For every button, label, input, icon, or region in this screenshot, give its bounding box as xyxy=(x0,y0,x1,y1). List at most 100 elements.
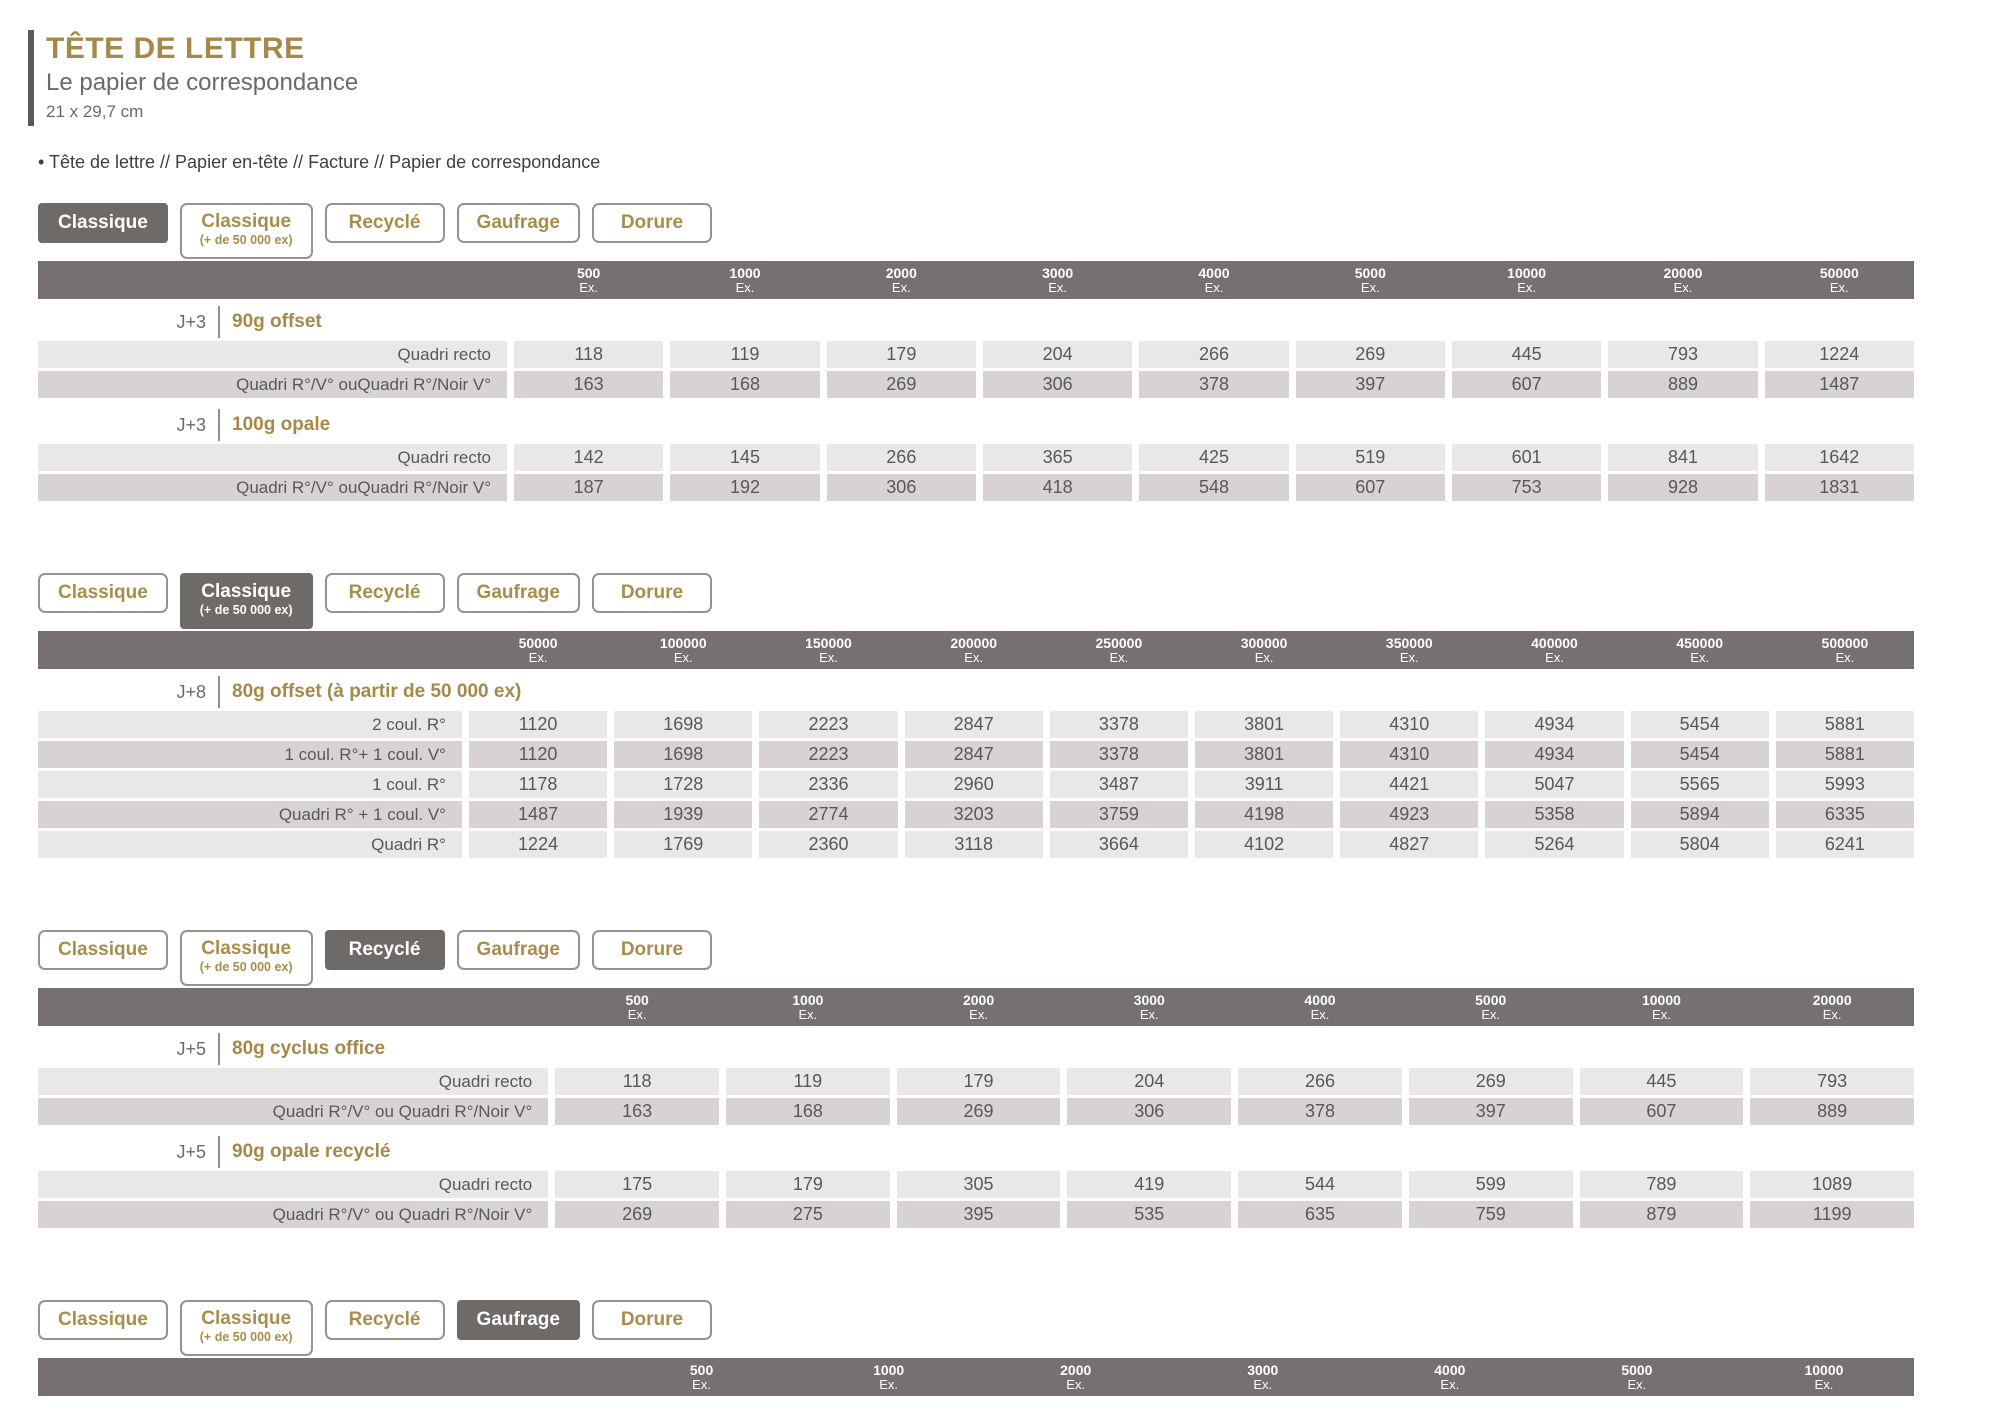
row-label: Quadri R°/V° ou Quadri R°/Noir V° xyxy=(38,1098,548,1125)
price-cell: 1487 xyxy=(1765,371,1914,398)
tab-classique-plus-50000[interactable]: Classique(+ de 50 000 ex) xyxy=(180,1300,313,1356)
tab-classique[interactable]: Classique xyxy=(38,1300,168,1340)
quantity-header: 10000Ex. xyxy=(1580,988,1744,1026)
tab-recycle[interactable]: Recyclé xyxy=(325,203,445,243)
tab-recycle[interactable]: Recyclé xyxy=(325,930,445,970)
tab-gaufrage[interactable]: Gaufrage xyxy=(457,573,580,613)
price-row: Quadri recto118119179204266269445793 xyxy=(38,1068,1914,1095)
tab-gaufrage[interactable]: Gaufrage xyxy=(457,203,580,243)
quantity-header-bar: 500Ex.1000Ex.2000Ex.3000Ex.4000Ex.5000Ex… xyxy=(38,261,1914,299)
quantity-value: 1000 xyxy=(799,1362,979,1378)
price-cell: 269 xyxy=(1409,1068,1573,1095)
tab-label: Classique xyxy=(58,213,148,233)
price-cell: 1120 xyxy=(469,711,607,738)
price-cell: 204 xyxy=(1067,1068,1231,1095)
row-label: 1 coul. R° xyxy=(38,771,462,798)
quantity-header: 10000Ex. xyxy=(1452,261,1601,299)
tab-label: Classique xyxy=(201,939,291,959)
price-cell: 5804 xyxy=(1631,831,1769,858)
quantity-header-bar: 500Ex.1000Ex.2000Ex.3000Ex.4000Ex.5000Ex… xyxy=(38,1358,1914,1396)
price-cell: 2336 xyxy=(759,771,897,798)
tab-classique-plus-50000[interactable]: Classique(+ de 50 000 ex) xyxy=(180,203,313,259)
price-cell: 2360 xyxy=(759,831,897,858)
tab-label: Dorure xyxy=(621,213,683,233)
product-heading: J+590g opale recyclé xyxy=(160,1139,1914,1165)
tab-gaufrage[interactable]: Gaufrage xyxy=(457,1300,580,1340)
price-cell: 5881 xyxy=(1776,741,1914,768)
price-cell: 395 xyxy=(897,1201,1061,1228)
quantity-header: 250000Ex. xyxy=(1050,631,1188,669)
quantity-spacer xyxy=(38,988,548,1026)
quantity-value: 500 xyxy=(555,992,719,1008)
tab-classique[interactable]: Classique xyxy=(38,573,168,613)
price-cell: 306 xyxy=(983,371,1132,398)
quantity-header: 500000Ex. xyxy=(1776,631,1914,669)
tab-dorure[interactable]: Dorure xyxy=(592,930,712,970)
quantity-unit: Ex. xyxy=(983,281,1132,295)
product-name: 100g opale xyxy=(232,414,330,436)
tab-label: Dorure xyxy=(621,1310,683,1330)
quantity-value: 5000 xyxy=(1547,1362,1727,1378)
price-cell: 425 xyxy=(1139,444,1288,471)
price-cell: 753 xyxy=(1452,474,1601,501)
price-cell: 599 xyxy=(1409,1171,1573,1198)
price-row: 2 coul. R°112016982223284733783801431049… xyxy=(38,711,1914,738)
price-cell: 5047 xyxy=(1485,771,1623,798)
tab-bar: Classique Classique(+ de 50 000 ex) Recycl… xyxy=(38,1300,1914,1357)
quantity-value: 20000 xyxy=(1608,265,1757,281)
tab-gaufrage[interactable]: Gaufrage xyxy=(457,930,580,970)
price-sections: ClassiqueClassique(+ de 50 000 ex)Recycl… xyxy=(38,203,1914,1396)
quantity-value: 3000 xyxy=(1067,992,1231,1008)
price-cell: 4198 xyxy=(1195,801,1333,828)
price-cell: 5881 xyxy=(1776,711,1914,738)
price-cell: 5358 xyxy=(1485,801,1623,828)
quantity-unit: Ex. xyxy=(555,1008,719,1022)
tab-recycle[interactable]: Recyclé xyxy=(325,573,445,613)
quantity-header: 350000Ex. xyxy=(1340,631,1478,669)
quantity-header: 2000Ex. xyxy=(827,261,976,299)
quantity-header: 1000Ex. xyxy=(670,261,819,299)
quantity-unit: Ex. xyxy=(1409,1008,1573,1022)
price-cell: 266 xyxy=(1139,341,1288,368)
price-cell: 179 xyxy=(726,1171,890,1198)
tab-classique-plus-50000[interactable]: Classique(+ de 50 000 ex) xyxy=(180,573,313,629)
price-cell: 1728 xyxy=(614,771,752,798)
price-cell: 179 xyxy=(827,341,976,368)
quantity-unit: Ex. xyxy=(759,651,897,665)
tab-classique-plus-50000[interactable]: Classique(+ de 50 000 ex) xyxy=(180,930,313,986)
quantity-value: 5000 xyxy=(1296,265,1445,281)
tab-recycle[interactable]: Recyclé xyxy=(325,1300,445,1340)
tab-dorure[interactable]: Dorure xyxy=(592,1300,712,1340)
price-cell: 269 xyxy=(555,1201,719,1228)
price-cell: 3801 xyxy=(1195,711,1333,738)
price-cell: 793 xyxy=(1608,341,1757,368)
quantity-unit: Ex. xyxy=(1547,1378,1727,1392)
row-label: Quadri recto xyxy=(38,444,507,471)
price-cell: 1120 xyxy=(469,741,607,768)
quantity-value: 500 xyxy=(612,1362,792,1378)
row-label: Quadri R° + 1 coul. V° xyxy=(38,801,462,828)
price-cell: 6335 xyxy=(1776,801,1914,828)
quantity-value: 10000 xyxy=(1580,992,1744,1008)
quantity-value: 4000 xyxy=(1139,265,1288,281)
price-cell: 118 xyxy=(555,1068,719,1095)
price-row: 1 coul. R°117817282336296034873911442150… xyxy=(38,771,1914,798)
tab-label: Gaufrage xyxy=(477,213,560,233)
tab-label: Classique xyxy=(58,940,148,960)
lead-time: J+8 xyxy=(160,682,206,703)
tab-dorure[interactable]: Dorure xyxy=(592,203,712,243)
product-name: 90g offset xyxy=(232,311,322,333)
quantity-value: 3000 xyxy=(983,265,1132,281)
tab-dorure[interactable]: Dorure xyxy=(592,573,712,613)
product-name: 80g cyclus office xyxy=(232,1038,385,1060)
quantity-value: 150000 xyxy=(759,635,897,651)
quantity-unit: Ex. xyxy=(1340,651,1478,665)
price-cell: 4934 xyxy=(1485,741,1623,768)
tab-label: Classique xyxy=(58,583,148,603)
quantity-value: 2000 xyxy=(986,1362,1166,1378)
price-cell: 3118 xyxy=(905,831,1043,858)
tab-classique[interactable]: Classique xyxy=(38,930,168,970)
tab-classique[interactable]: Classique xyxy=(38,203,168,243)
price-cell: 1939 xyxy=(614,801,752,828)
quantity-value: 10000 xyxy=(1734,1362,1914,1378)
